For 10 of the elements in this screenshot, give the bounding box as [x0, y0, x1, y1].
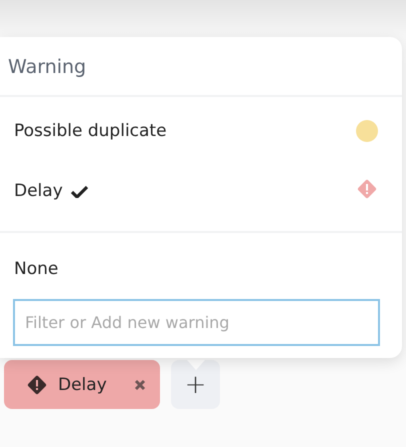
option-label: Possible duplicate — [14, 121, 167, 141]
option-label: Delay — [14, 181, 63, 201]
filter-input[interactable]: Filter or Add new warning — [13, 299, 380, 346]
remove-icon[interactable] — [134, 378, 146, 390]
tag-label: Delay — [58, 374, 108, 394]
dropdown-title: Warning — [0, 37, 402, 97]
add-button[interactable]: + — [171, 360, 220, 409]
none-option[interactable]: None — [0, 233, 402, 299]
warning-option[interactable]: Possible duplicate — [0, 101, 402, 161]
warning-option[interactable]: Delay — [0, 161, 402, 221]
